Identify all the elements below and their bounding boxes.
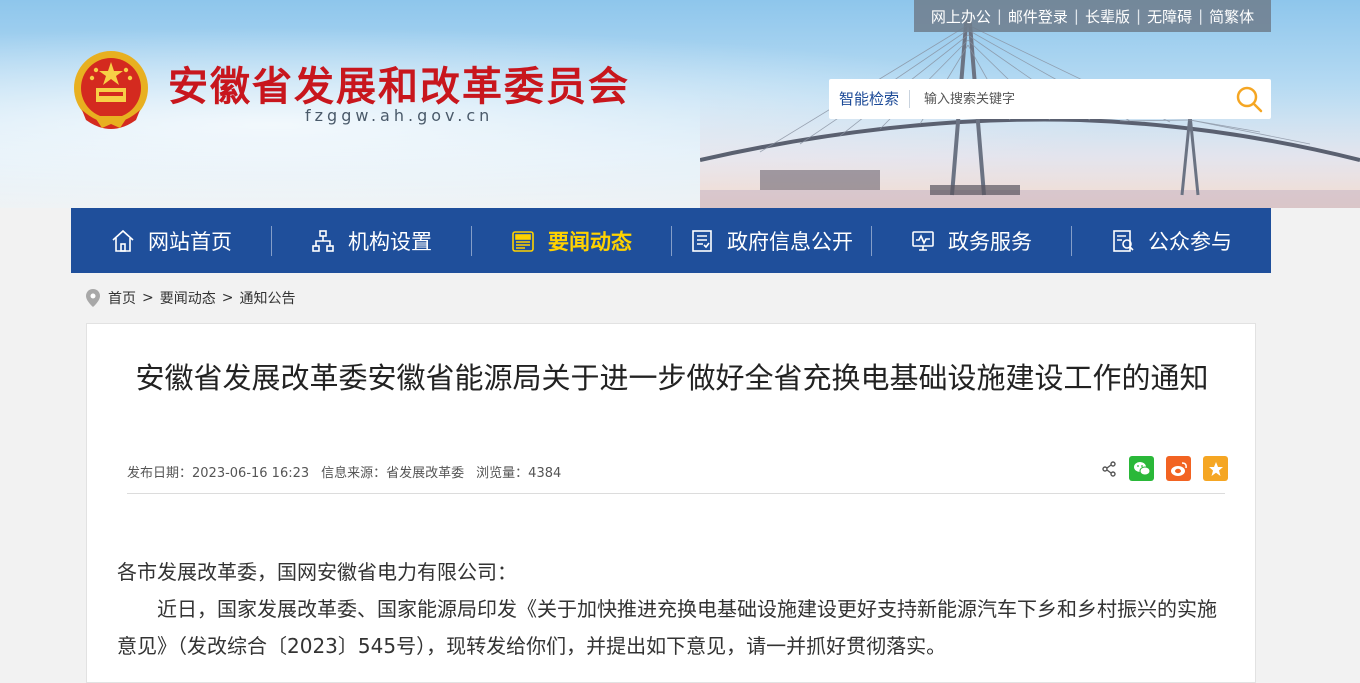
breadcrumb-home[interactable]: 首页 [108, 288, 136, 308]
top-link-simplified-traditional[interactable]: 简繁体 [1203, 6, 1260, 27]
breadcrumb: 首页 > 要闻动态 > 通知公告 [86, 287, 295, 309]
smart-search-label: 智能检索 [829, 90, 911, 108]
share-bar [1101, 456, 1228, 481]
weibo-share-button[interactable] [1166, 456, 1191, 481]
nav-item-news[interactable]: 要闻动态 [471, 208, 671, 273]
article-title: 安徽省发展改革委安徽省能源局关于进一步做好全省充换电基础设施建设工作的通知 [135, 361, 1209, 395]
nav-item-label: 机构设置 [348, 229, 432, 254]
nav-item-gov-info[interactable]: 政府信息公开 [671, 208, 871, 273]
nav-item-organization[interactable]: 机构设置 [271, 208, 471, 273]
share-icon[interactable] [1101, 460, 1117, 477]
site-domain: fzggw.ah.gov.cn [305, 106, 494, 125]
nav-item-label: 公众参与 [1148, 229, 1232, 254]
article-body: 各市发展改革委，国网安徽省电力有限公司： 近日，国家发展改革委、国家能源局印发《… [117, 554, 1217, 665]
article-meta: 发布日期：2023-06-16 16:23 信息来源：省发展改革委 浏览量：43… [127, 462, 561, 481]
meta-divider [127, 493, 1225, 494]
top-links-bar: 网上办公 | 邮件登录 | 长辈版 | 无障碍 | 简繁体 [914, 0, 1271, 32]
nav-item-label: 要闻动态 [548, 229, 632, 254]
wechat-share-button[interactable] [1129, 456, 1154, 481]
main-nav: 网站首页 机构设置 要闻动态 政府信息公开 政务服务 公众参与 [71, 208, 1271, 273]
breadcrumb-separator: > [221, 290, 234, 306]
nav-item-label: 政务服务 [948, 229, 1032, 254]
publish-date: 发布日期：2023-06-16 16:23 [127, 466, 310, 481]
info-source: 信息来源：省发展改革委 [321, 466, 465, 481]
top-link-online-office[interactable]: 网上办公 [925, 6, 997, 27]
nav-item-participation[interactable]: 公众参与 [1071, 208, 1271, 273]
monitor-icon [912, 230, 934, 251]
search-icon [1236, 86, 1263, 113]
breadcrumb-separator: > [142, 290, 154, 306]
weibo-icon [1170, 461, 1187, 476]
search-box: 智能检索 [829, 79, 1271, 119]
wechat-icon [1133, 461, 1150, 475]
breadcrumb-news[interactable]: 要闻动态 [160, 288, 216, 308]
favorite-button[interactable] [1203, 456, 1228, 481]
nav-item-label: 政府信息公开 [727, 229, 853, 254]
header-banner: 安徽省发展和改革委员会 fzggw.ah.gov.cn 网上办公 | 邮件登录 … [0, 0, 1360, 208]
top-link-elder-version[interactable]: 长辈版 [1079, 6, 1136, 27]
org-chart-icon [312, 229, 334, 252]
nav-item-label: 网站首页 [148, 229, 232, 254]
body-paragraph: 近日，国家发展改革委、国家能源局印发《关于加快推进充换电基础设施建设更好支持新能… [117, 597, 1217, 658]
search-input[interactable] [910, 90, 1227, 108]
breadcrumb-notices[interactable]: 通知公告 [239, 288, 295, 308]
participation-icon [1113, 229, 1134, 252]
view-count: 浏览量：4384 [476, 466, 562, 481]
nav-item-home[interactable]: 网站首页 [71, 208, 271, 273]
location-pin-icon [86, 289, 100, 307]
article-panel: 安徽省发展改革委安徽省能源局关于进一步做好全省充换电基础设施建设工作的通知 发布… [86, 323, 1256, 683]
site-title: 安徽省发展和改革委员会 [168, 64, 630, 110]
news-icon [512, 230, 534, 252]
search-button[interactable] [1227, 79, 1271, 119]
salutation-paragraph: 各市发展改革委，国网安徽省电力有限公司： [117, 560, 517, 584]
national-emblem-logo [74, 51, 148, 129]
top-link-accessibility[interactable]: 无障碍 [1141, 6, 1198, 27]
top-link-mail-login[interactable]: 邮件登录 [1002, 6, 1074, 27]
home-icon [112, 229, 134, 252]
document-icon [692, 229, 712, 252]
favorite-icon [1208, 461, 1223, 476]
nav-item-services[interactable]: 政务服务 [871, 208, 1071, 273]
